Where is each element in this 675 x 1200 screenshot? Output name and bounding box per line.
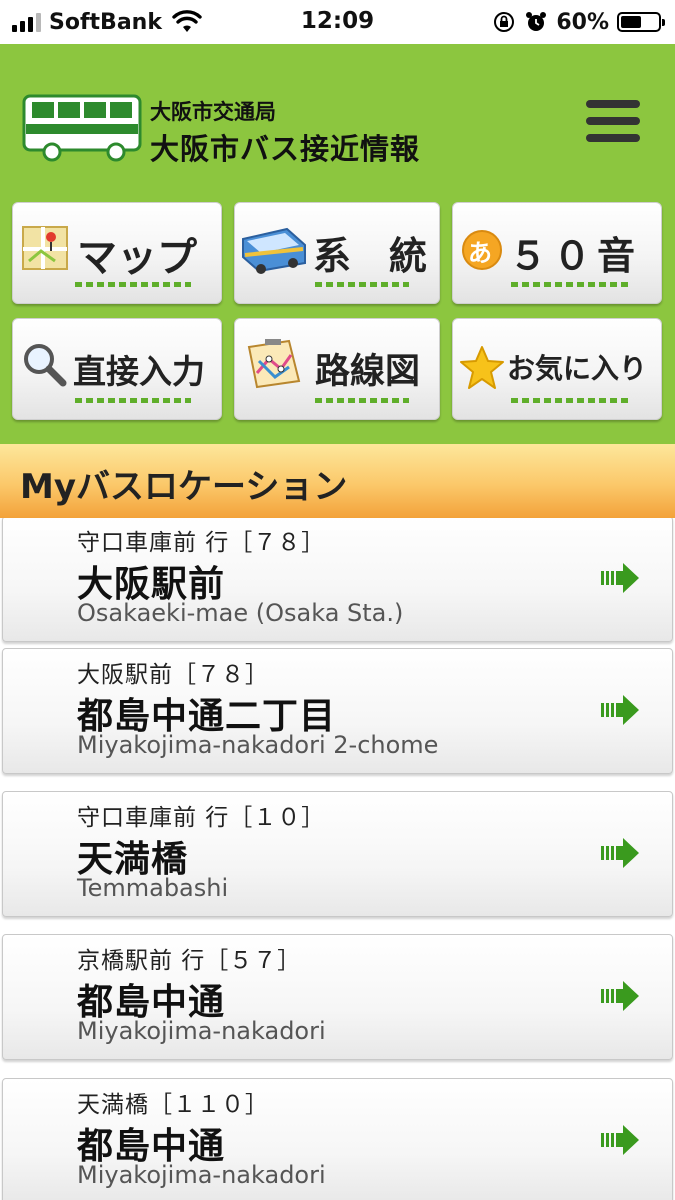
dotted-underline	[75, 398, 191, 403]
status-bar: SoftBank 12:09 60%	[0, 0, 675, 44]
arrow-right-icon	[601, 695, 639, 725]
route-info: 天満橋［１１０］	[77, 1092, 269, 1118]
arrow-right-icon	[601, 838, 639, 868]
route-button[interactable]: 系 統	[234, 202, 440, 304]
route-map-label: 路線図	[315, 352, 421, 392]
arrow-right-icon	[601, 981, 639, 1011]
list-item[interactable]: 守口車庫前 行［１０］ 天満橋 Temmabashi	[2, 791, 673, 917]
stop-romaji: Osakaeki-mae (Osaka Sta.)	[77, 599, 404, 627]
list-item[interactable]: 大阪駅前［７８］ 都島中通二丁目 Miyakojima-nakadori 2-c…	[2, 648, 673, 774]
bus-logo-icon	[22, 94, 142, 162]
stop-romaji: Temmabashi	[77, 874, 229, 902]
kana-index-label: ５０音	[509, 234, 642, 278]
org-name: 大阪市交通局	[150, 100, 276, 124]
direct-input-label: 直接入力	[73, 352, 205, 391]
direct-input-button[interactable]: 直接入力	[12, 318, 222, 420]
dotted-underline	[511, 398, 631, 403]
orientation-lock-icon	[494, 12, 515, 32]
dotted-underline	[75, 282, 191, 287]
section-title: Myバスロケーション	[20, 467, 348, 507]
dotted-underline	[315, 398, 409, 403]
favorites-label: お気に入り	[507, 352, 648, 385]
route-label: 系 統	[313, 234, 428, 278]
stop-romaji: Miyakojima-nakadori 2-chome	[77, 731, 439, 759]
alarm-icon	[526, 12, 547, 31]
status-right: 60%	[492, 8, 665, 36]
magnifier-icon	[24, 344, 67, 387]
my-location-list: 守口車庫前 行［７８］ 大阪駅前 Osakaeki-mae (Osaka Sta…	[0, 518, 675, 1200]
arrow-right-icon	[601, 563, 639, 593]
app-header: 大阪市交通局 大阪市バス接近情報 マップ 系 統 あ ５０音 直接入力 路線図 …	[0, 44, 675, 444]
battery-percent: 60%	[556, 9, 609, 35]
service-name: 大阪市バス接近情報	[150, 132, 421, 166]
kana-index-button[interactable]: あ ５０音	[452, 202, 662, 304]
battery-icon	[617, 12, 665, 32]
favorites-button[interactable]: お気に入り	[452, 318, 662, 420]
route-info: 守口車庫前 行［１０］	[77, 805, 326, 831]
kana-badge-text: あ	[468, 239, 492, 267]
bus-icon	[242, 227, 306, 274]
stop-romaji: Miyakojima-nakadori	[77, 1017, 326, 1045]
star-icon	[460, 346, 504, 389]
list-item[interactable]: 守口車庫前 行［７８］ 大阪駅前 Osakaeki-mae (Osaka Sta…	[2, 518, 673, 642]
hamburger-menu-icon[interactable]	[586, 100, 640, 150]
map-label: マップ	[77, 235, 197, 281]
route-map-button[interactable]: 路線図	[234, 318, 440, 420]
arrow-right-icon	[601, 1125, 639, 1155]
map-button[interactable]: マップ	[12, 202, 222, 304]
dotted-underline	[315, 282, 409, 287]
route-info: 京橋駅前 行［５７］	[77, 948, 302, 974]
dotted-underline	[511, 282, 631, 287]
map-icon	[22, 226, 68, 270]
route-info: 守口車庫前 行［７８］	[77, 530, 326, 556]
stop-romaji: Miyakojima-nakadori	[77, 1161, 326, 1189]
route-map-icon	[247, 339, 301, 389]
list-item[interactable]: 京橋駅前 行［５７］ 都島中通 Miyakojima-nakadori	[2, 934, 673, 1060]
battery-fill	[621, 16, 641, 28]
my-bus-location-header: Myバスロケーション	[0, 444, 675, 518]
route-info: 大阪駅前［７８］	[77, 662, 269, 688]
list-item[interactable]: 天満橋［１１０］ 都島中通 Miyakojima-nakadori	[2, 1078, 673, 1200]
